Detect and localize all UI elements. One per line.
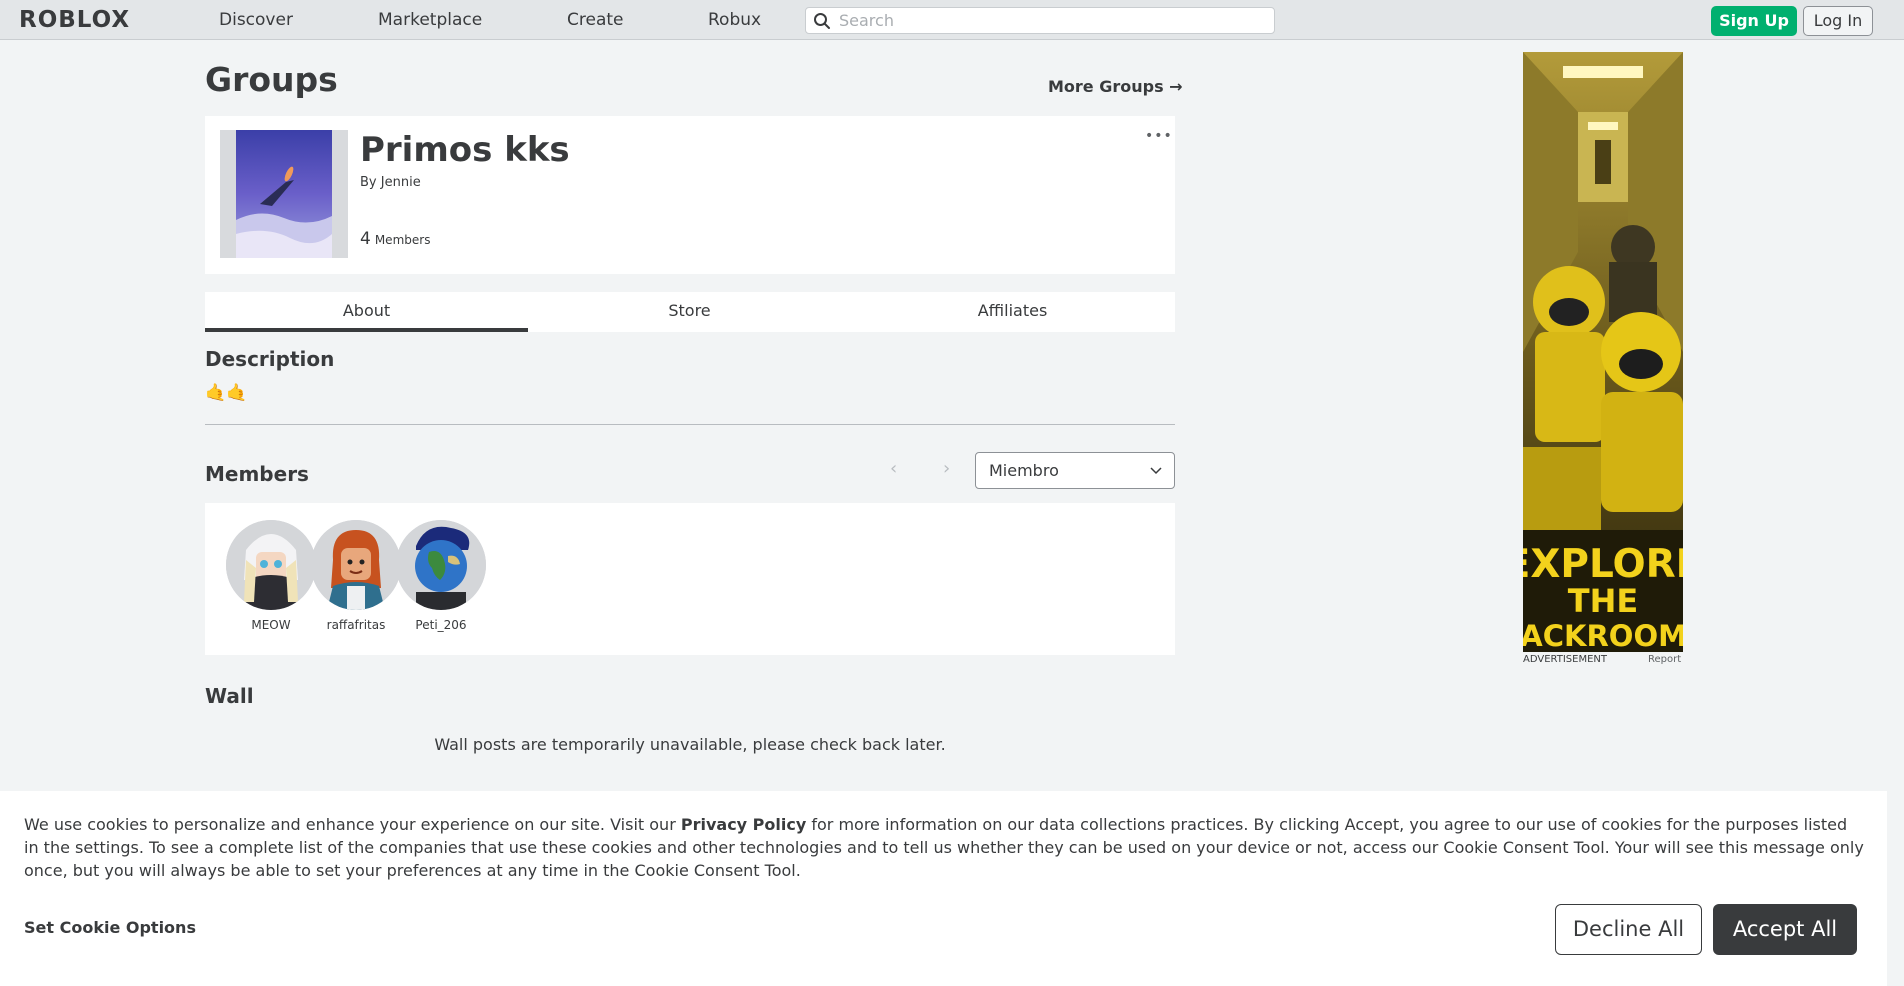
- member-name[interactable]: Peti_206: [396, 618, 486, 632]
- group-tabs: About Store Affiliates: [205, 292, 1175, 332]
- more-options-icon[interactable]: •••: [1145, 128, 1173, 144]
- member-name[interactable]: MEOW: [226, 618, 316, 632]
- group-emblem: [220, 130, 348, 258]
- nav-link-marketplace[interactable]: Marketplace: [378, 10, 482, 30]
- advertisement-banner[interactable]: EXPLORE THE BACKROOMS: [1523, 52, 1683, 652]
- nav-link-robux[interactable]: Robux: [708, 10, 761, 30]
- member-card[interactable]: Peti_206: [396, 520, 486, 632]
- avatar[interactable]: [311, 520, 401, 610]
- top-navigation-bar: ROBLOX Discover Marketplace Create Robux…: [0, 0, 1904, 40]
- nav-link-discover[interactable]: Discover: [219, 10, 293, 30]
- chevron-right-icon[interactable]: ›: [943, 458, 950, 479]
- search-icon: [814, 13, 830, 29]
- role-dropdown[interactable]: Miembro: [975, 452, 1175, 489]
- more-groups-link[interactable]: More Groups →: [1048, 77, 1183, 96]
- group-name: Primos kks: [360, 130, 570, 170]
- nav-link-create[interactable]: Create: [567, 10, 624, 30]
- description-text: 🤙🤙: [205, 383, 248, 403]
- group-owner-line: By Jennie: [360, 175, 421, 190]
- member-name[interactable]: raffafritas: [311, 618, 401, 632]
- by-prefix: By: [360, 175, 377, 190]
- avatar[interactable]: [226, 520, 316, 610]
- cookie-text-before: We use cookies to personalize and enhanc…: [24, 815, 681, 834]
- member-count-label: Members: [374, 233, 431, 247]
- log-in-button[interactable]: Log In: [1803, 6, 1873, 36]
- decline-all-button[interactable]: Decline All: [1555, 904, 1702, 955]
- wall-unavailable-message: Wall posts are temporarily unavailable, …: [434, 735, 946, 754]
- set-cookie-options-link[interactable]: Set Cookie Options: [24, 918, 196, 937]
- search-input[interactable]: [839, 10, 1259, 31]
- accept-all-button[interactable]: Accept All: [1713, 904, 1857, 955]
- page-title: Groups: [205, 60, 338, 99]
- roblox-logo[interactable]: ROBLOX: [19, 7, 130, 33]
- group-owner-link[interactable]: Jennie: [381, 175, 421, 190]
- search-box[interactable]: [805, 7, 1275, 34]
- tab-affiliates[interactable]: Affiliates: [851, 292, 1174, 332]
- description-title: Description: [205, 347, 335, 371]
- member-count-value: 4: [360, 229, 371, 249]
- cookie-consent-text: We use cookies to personalize and enhanc…: [24, 813, 1864, 882]
- wall-title: Wall: [205, 684, 254, 708]
- member-count: 4 Members: [360, 229, 430, 249]
- advertisement-caption: ADVERTISEMENT: [1523, 654, 1608, 665]
- ad-headline-3: BACKROOMS: [1523, 619, 1683, 652]
- members-list: MEOW raffafritas Peti_206: [205, 503, 1175, 655]
- group-header-card: Primos kks By Jennie 4 Members •••: [205, 116, 1175, 274]
- avatar[interactable]: [396, 520, 486, 610]
- tab-about[interactable]: About: [205, 292, 528, 332]
- section-divider: [205, 424, 1175, 425]
- privacy-policy-link[interactable]: Privacy Policy: [681, 815, 806, 834]
- members-title: Members: [205, 462, 309, 486]
- chevron-down-icon: [1150, 467, 1162, 475]
- role-dropdown-value: Miembro: [989, 461, 1059, 480]
- sign-up-button[interactable]: Sign Up: [1711, 6, 1797, 36]
- report-ad-link[interactable]: Report: [1648, 654, 1681, 665]
- ad-headline-1: EXPLORE: [1523, 542, 1683, 587]
- tab-store[interactable]: Store: [528, 292, 851, 332]
- member-card[interactable]: raffafritas: [311, 520, 401, 632]
- cookie-consent-banner: We use cookies to personalize and enhanc…: [0, 791, 1887, 986]
- chevron-left-icon[interactable]: ‹: [890, 458, 897, 479]
- member-card[interactable]: MEOW: [226, 520, 316, 632]
- ad-headline-2: THE: [1568, 582, 1638, 620]
